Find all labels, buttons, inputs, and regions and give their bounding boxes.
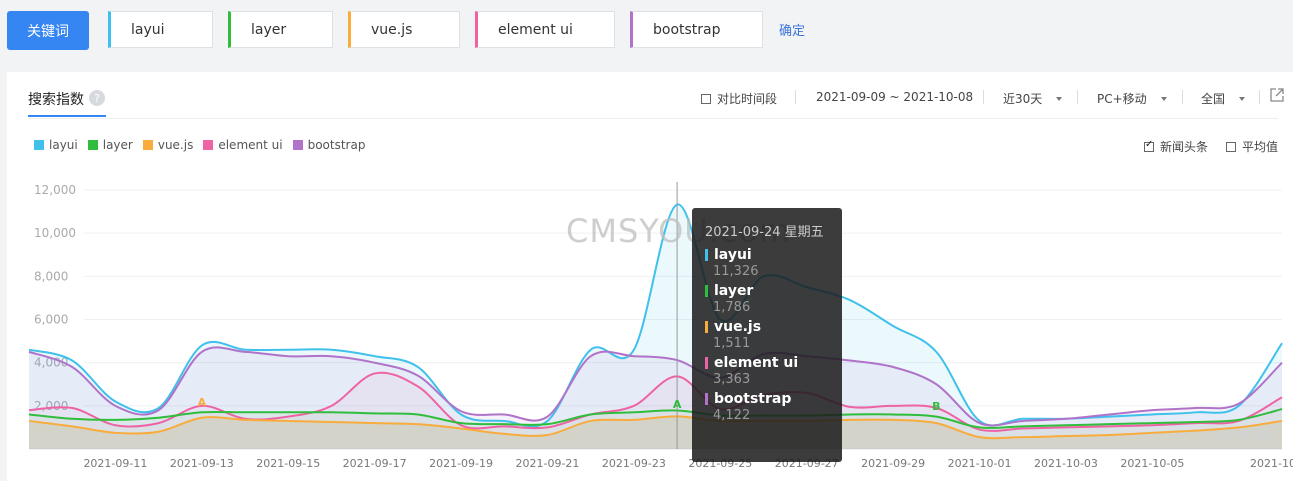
divider	[983, 90, 984, 104]
x-tick-label: 2021-10-05	[1120, 457, 1184, 470]
y-tick-label: 10,000	[34, 226, 76, 240]
divider	[795, 90, 796, 104]
x-tick-label: 2021-09-21	[516, 457, 580, 470]
search-index-chart[interactable]: 12,00010,0008,0006,0004,0002,0002021-09-…	[7, 144, 1293, 481]
tooltip-value: 1,511	[713, 336, 751, 351]
region-value: 全国	[1201, 92, 1226, 106]
annotation-marker: A	[673, 398, 682, 411]
tooltip-series-name: bootstrap	[714, 391, 792, 407]
divider	[1077, 90, 1078, 104]
confirm-link[interactable]: 确定	[779, 20, 805, 39]
search-index-panel: 搜索指数 ? 对比时间段 2021-09-09 ~ 2021-10-08 近30…	[7, 72, 1293, 481]
tooltip-value: 4,122	[713, 408, 751, 423]
tooltip-item-vuejs: vue.js 1,511	[705, 319, 829, 351]
x-tick-label: 2021-09-11	[83, 457, 147, 470]
compare-checkbox[interactable]	[701, 93, 711, 104]
keyword-bar: 关键词 layui layer vue.js element ui bootst…	[0, 0, 1293, 65]
tooltip-item-layui: layui 11,326	[705, 247, 829, 279]
tooltip-series-name: layui	[714, 247, 752, 263]
device-select[interactable]: PC+移动	[1097, 90, 1167, 107]
x-tick-label: 2021-10-03	[1034, 457, 1098, 470]
tooltip-series-name: element ui	[714, 355, 799, 371]
chevron-down-icon	[1056, 96, 1063, 101]
help-icon[interactable]: ?	[89, 90, 105, 106]
tooltip-swatch	[705, 321, 708, 333]
y-tick-label: 8,000	[34, 269, 68, 283]
compare-label: 对比时间段	[717, 92, 778, 106]
compare-period-toggle[interactable]: 对比时间段	[701, 90, 777, 107]
tooltip-swatch	[705, 249, 708, 261]
tooltip-series-name: vue.js	[714, 319, 762, 335]
annotation-marker: A	[198, 396, 207, 409]
hover-tooltip: 2021-09-24 星期五 layui 11,326 layer 1,786 …	[692, 208, 842, 462]
tooltip-item-layer: layer 1,786	[705, 283, 829, 315]
period-select[interactable]: 近30天	[1003, 90, 1063, 107]
tooltip-swatch	[705, 285, 708, 297]
keyword-chip-vuejs[interactable]: vue.js	[348, 11, 460, 48]
panel-title[interactable]: 搜索指数	[28, 89, 84, 109]
x-tick-label: 2021-09-19	[429, 457, 493, 470]
x-tick-label: 2021-09-13	[170, 457, 234, 470]
chevron-down-icon	[1239, 96, 1246, 101]
tooltip-item-element-ui: element ui 3,363	[705, 355, 829, 387]
tooltip-swatch	[705, 393, 708, 405]
device-value: PC+移动	[1097, 92, 1147, 106]
keyword-chip-element-ui[interactable]: element ui	[475, 11, 615, 48]
y-tick-label: 6,000	[34, 313, 68, 327]
keyword-button[interactable]: 关键词	[7, 11, 89, 50]
x-tick-label: 2021-10-08	[1250, 457, 1293, 470]
external-link-icon[interactable]	[1270, 88, 1284, 102]
divider	[1259, 90, 1260, 104]
x-tick-label: 2021-09-17	[343, 457, 407, 470]
x-tick-label: 2021-10-01	[948, 457, 1012, 470]
tooltip-series-name: layer	[714, 283, 754, 299]
y-tick-label: 12,000	[34, 183, 76, 197]
period-value: 近30天	[1003, 92, 1043, 106]
baidu-index-mark: @百度指数	[1217, 428, 1272, 441]
date-range-picker[interactable]: 2021-09-09 ~ 2021-10-08	[816, 90, 973, 104]
tooltip-value: 3,363	[713, 372, 751, 387]
tooltip-value: 1,786	[713, 300, 751, 315]
divider	[1182, 90, 1183, 104]
chevron-down-icon	[1160, 96, 1167, 101]
tooltip-value: 11,326	[713, 264, 759, 279]
panel-divider	[28, 118, 1278, 119]
x-tick-label: 2021-09-15	[256, 457, 320, 470]
keyword-chip-bootstrap[interactable]: bootstrap	[630, 11, 763, 48]
date-range-text: 2021-09-09 ~ 2021-10-08	[816, 90, 974, 104]
tooltip-date: 2021-09-24 星期五	[705, 225, 824, 240]
region-select[interactable]: 全国	[1201, 90, 1246, 107]
title-underline	[28, 115, 106, 117]
x-tick-label: 2021-09-23	[602, 457, 666, 470]
annotation-marker: B	[932, 400, 940, 413]
x-tick-label: 2021-09-29	[861, 457, 925, 470]
keyword-chip-layer[interactable]: layer	[228, 11, 333, 48]
keyword-chip-layui[interactable]: layui	[108, 11, 213, 48]
tooltip-item-bootstrap: bootstrap 4,122	[705, 391, 829, 423]
tooltip-swatch	[705, 357, 708, 369]
